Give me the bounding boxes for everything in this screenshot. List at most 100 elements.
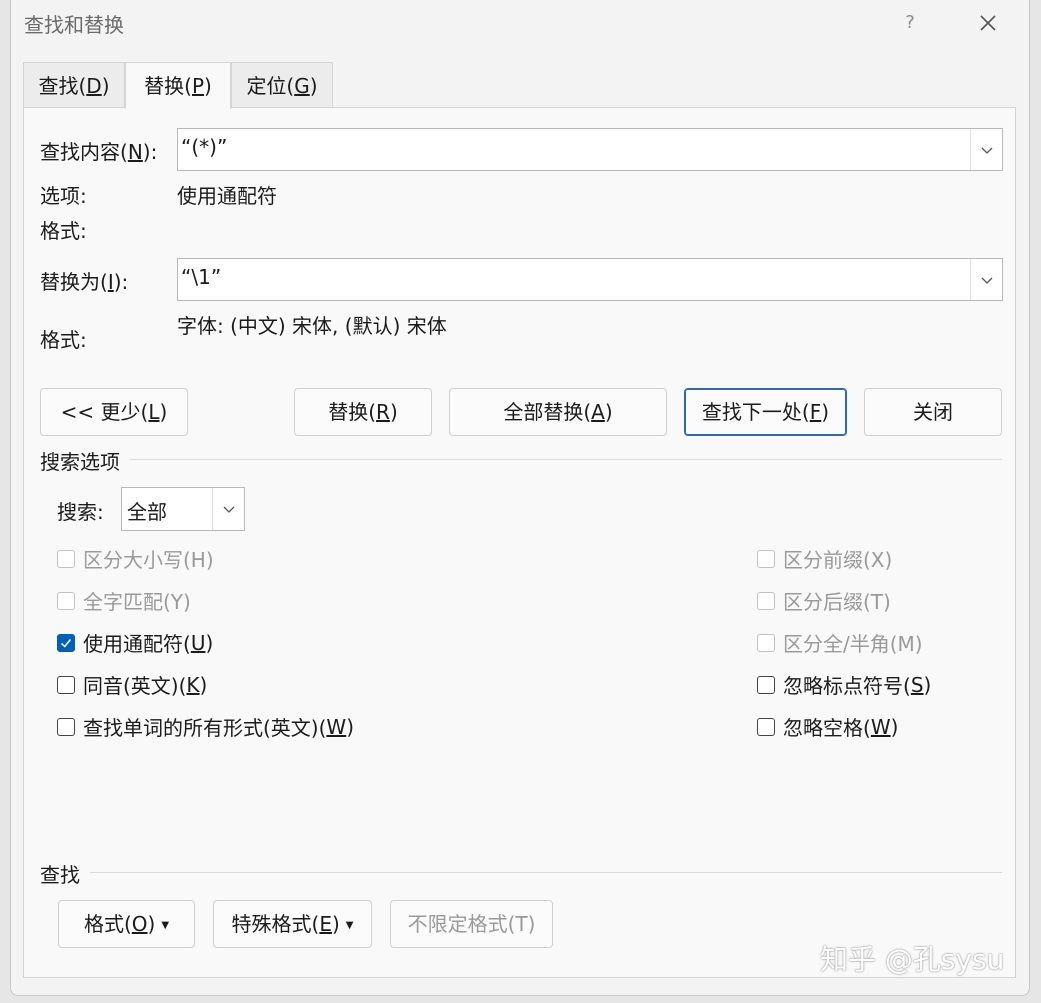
replace-all-button-key: A xyxy=(591,400,605,424)
special-button-tail: ) xyxy=(331,912,340,936)
sounds-like-checkbox[interactable]: 同音(英文)(K) xyxy=(57,670,207,699)
find-replace-dialog: 查找和替换 ? 查找(D) 替换(P) 定位(G) 查找内容(N): “(*)”… xyxy=(10,0,1030,996)
find-next-button[interactable]: 查找下一处(F) xyxy=(684,388,847,436)
ignore-punctuation-checkbox[interactable]: 忽略标点符号(S) xyxy=(757,670,931,699)
tab-find[interactable]: 查找(D) xyxy=(23,62,125,108)
caret-down-icon: ▼ xyxy=(345,919,354,931)
format-button-tail: ) xyxy=(147,912,156,936)
whole-word-label: 全字匹配(Y) xyxy=(83,590,191,614)
match-width-checkbox[interactable]: 区分全/半角(M) xyxy=(757,628,923,657)
checkmark-icon xyxy=(57,633,75,652)
less-button-label: << 更少( xyxy=(60,400,149,424)
checkbox-box xyxy=(57,717,75,736)
tab-replace[interactable]: 替换(P) xyxy=(125,62,231,109)
ignore-punctuation-tail: ) xyxy=(923,672,932,697)
ignore-whitespace-checkbox[interactable]: 忽略空格(W) xyxy=(757,712,898,741)
match-suffix-label: 区分后缀(T) xyxy=(783,590,891,614)
search-direction-select[interactable]: 全部 xyxy=(121,487,245,531)
less-button[interactable]: << 更少(L) xyxy=(40,388,188,436)
find-what-input[interactable]: “(*)” xyxy=(177,128,1003,171)
ignore-punctuation-key: S xyxy=(910,672,924,697)
checkbox-box xyxy=(57,549,75,568)
find-what-label: 查找内容(N): xyxy=(40,136,157,165)
less-button-key: L xyxy=(148,400,160,424)
checkbox-box xyxy=(757,675,775,694)
match-width-label: 区分全/半角(M) xyxy=(783,632,923,656)
format-button[interactable]: 格式(O) ▼ xyxy=(58,900,195,948)
match-suffix-checkbox[interactable]: 区分后缀(T) xyxy=(757,586,891,615)
special-button-label: 特殊格式( xyxy=(231,912,320,936)
checkbox-box xyxy=(757,717,775,736)
use-wildcards-tail: ) xyxy=(205,630,214,655)
sounds-like-key: K xyxy=(186,672,200,697)
tab-find-tail: ) xyxy=(101,74,110,98)
all-word-forms-checkbox[interactable]: 查找单词的所有形式(英文)(W) xyxy=(57,712,354,741)
find-next-button-tail: ) xyxy=(821,400,830,424)
special-button[interactable]: 特殊格式(E) ▼ xyxy=(213,900,372,948)
replace-all-button[interactable]: 全部替换(A) xyxy=(449,388,667,436)
ignore-whitespace-label: 忽略空格( xyxy=(783,716,871,740)
search-direction-label: 搜索: xyxy=(57,500,104,524)
checkbox-box xyxy=(757,633,775,652)
replace-all-button-label: 全部替换( xyxy=(503,400,592,424)
find-section-divider xyxy=(90,872,1002,873)
find-format-label: 格式: xyxy=(40,219,87,243)
find-what-tail: ): xyxy=(142,140,158,164)
find-what-label-text: 查找内容( xyxy=(40,140,128,164)
chevron-down-icon[interactable] xyxy=(970,129,1002,170)
search-options-divider xyxy=(130,459,1002,460)
options-value: 使用通配符 xyxy=(177,184,277,208)
match-case-label: 区分大小写(H) xyxy=(83,548,214,572)
replace-format-label: 格式: xyxy=(40,328,87,352)
replace-with-input[interactable]: “\1” xyxy=(177,258,1003,301)
replace-button-tail: ) xyxy=(389,400,398,424)
window-title: 查找和替换 xyxy=(24,13,124,37)
replace-with-value: “\1” xyxy=(181,265,222,289)
replace-button[interactable]: 替换(R) xyxy=(294,388,432,436)
find-what-key: N xyxy=(127,140,143,164)
tab-find-label: 查找( xyxy=(38,74,87,98)
tab-goto-tail: ) xyxy=(309,74,318,98)
chevron-down-icon[interactable] xyxy=(970,259,1002,300)
checkbox-box xyxy=(57,591,75,610)
find-next-button-key: F xyxy=(809,400,822,424)
tab-replace-label: 替换( xyxy=(144,74,192,98)
match-prefix-label: 区分前缀(X) xyxy=(783,548,893,572)
ignore-punctuation-label: 忽略标点符号( xyxy=(783,674,911,698)
replace-with-label-text: 替换为( xyxy=(40,270,108,294)
tab-replace-key: P xyxy=(191,74,205,98)
caret-down-icon: ▼ xyxy=(161,919,170,931)
title-bar: 查找和替换 ? xyxy=(11,0,1029,46)
less-button-tail: ) xyxy=(159,400,168,424)
match-prefix-checkbox[interactable]: 区分前缀(X) xyxy=(757,544,892,573)
ignore-whitespace-tail: ) xyxy=(890,714,899,739)
chevron-down-icon[interactable] xyxy=(212,488,244,530)
find-what-value: “(*)” xyxy=(181,135,228,159)
all-word-forms-label: 查找单词的所有形式(英文)( xyxy=(83,716,327,740)
options-label: 选项: xyxy=(40,184,87,208)
tab-goto[interactable]: 定位(G) xyxy=(231,62,333,108)
checkbox-box xyxy=(757,549,775,568)
replace-button-key: R xyxy=(376,400,390,424)
replace-all-button-tail: ) xyxy=(604,400,613,424)
tab-goto-label: 定位( xyxy=(246,74,295,98)
help-button[interactable]: ? xyxy=(899,10,921,36)
replace-with-label: 替换为(I): xyxy=(40,266,128,295)
format-button-label: 格式( xyxy=(83,912,132,936)
use-wildcards-checkbox[interactable]: 使用通配符(U) xyxy=(57,628,213,657)
find-next-button-label: 查找下一处( xyxy=(701,400,810,424)
close-icon[interactable] xyxy=(973,8,1003,38)
all-word-forms-tail: ) xyxy=(346,714,355,739)
find-section-title: 查找 xyxy=(40,863,80,887)
checkbox-box xyxy=(757,591,775,610)
replace-with-tail: ): xyxy=(113,270,129,294)
special-button-key: E xyxy=(319,912,332,936)
whole-word-checkbox[interactable]: 全字匹配(Y) xyxy=(57,586,191,615)
replace-button-label: 替换( xyxy=(328,400,377,424)
checkbox-box xyxy=(57,675,75,694)
ignore-whitespace-key: W xyxy=(870,714,891,739)
match-case-checkbox[interactable]: 区分大小写(H) xyxy=(57,544,214,573)
close-button[interactable]: 关闭 xyxy=(864,388,1002,436)
tab-find-key: D xyxy=(86,74,102,98)
no-formatting-button[interactable]: 不限定格式(T) xyxy=(390,900,553,948)
